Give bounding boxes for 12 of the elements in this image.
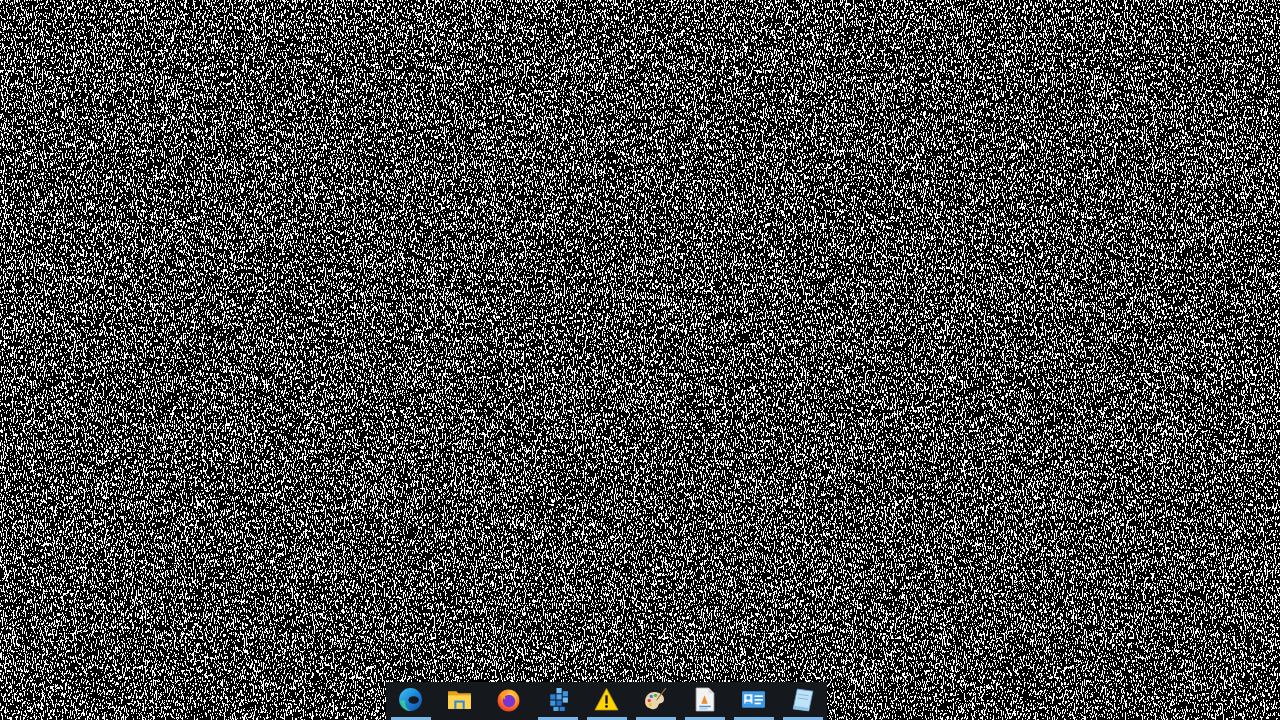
notepad-icon <box>790 687 815 712</box>
running-indicator <box>537 717 578 720</box>
flame-globe-icon <box>496 687 521 712</box>
swirl-icon <box>398 687 423 712</box>
palette-icon <box>643 687 668 712</box>
running-indicator <box>635 717 676 720</box>
warning-icon <box>594 687 619 712</box>
running-indicator <box>733 717 774 720</box>
running-indicator <box>782 717 823 720</box>
running-indicator <box>684 717 725 720</box>
running-indicator <box>390 717 431 720</box>
running-indicator <box>586 717 627 720</box>
